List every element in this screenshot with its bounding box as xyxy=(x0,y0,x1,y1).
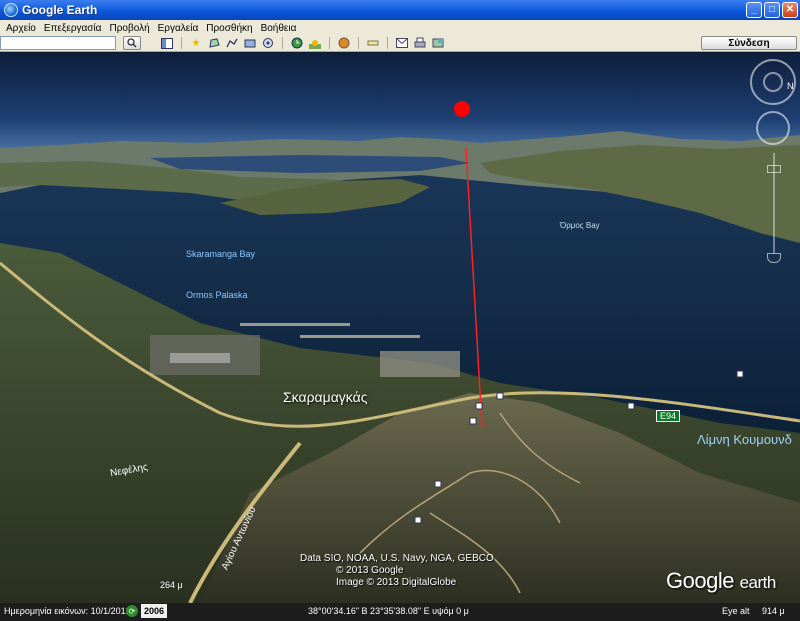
credit-line: © 2013 Google xyxy=(336,565,404,576)
pointer-coordinates: 38°00'34.16" B 23°35'38.08" E υψόμ 0 μ xyxy=(308,606,469,616)
toolbar-separator xyxy=(387,37,388,49)
menu-bar: Αρχείο Επεξεργασία Προβολή Εργαλεία Προσ… xyxy=(0,20,800,36)
menu-edit[interactable]: Επεξεργασία xyxy=(40,23,106,34)
toolbar-separator xyxy=(282,37,283,49)
menu-help[interactable]: Βοήθεια xyxy=(257,23,301,34)
imagery-credits: Data SIO, NOAA, U.S. Navy, NGA, GEBCO © … xyxy=(300,553,494,589)
placemark-icon[interactable]: ★ xyxy=(189,36,203,50)
maximize-button[interactable]: □ xyxy=(764,2,780,18)
credit-line: Image © 2013 DigitalGlobe xyxy=(336,577,457,588)
historical-imagery-icon[interactable] xyxy=(290,36,304,50)
label-skaramanga-bay: Skaramanga Bay xyxy=(186,249,256,259)
menu-view[interactable]: Προβολή xyxy=(105,23,153,34)
window-controls: _ □ ✕ xyxy=(746,2,798,18)
logo-google: Google xyxy=(666,568,734,593)
toolbar: ★ Σύνδεση xyxy=(0,36,800,52)
menu-add[interactable]: Προσθήκη xyxy=(202,23,256,34)
toolbar-separator xyxy=(358,37,359,49)
look-joystick[interactable] xyxy=(763,72,783,92)
scale-label: 264 μ xyxy=(160,580,183,590)
title-bar: Google Earth _ □ ✕ xyxy=(0,0,800,20)
compass-n-icon[interactable]: N xyxy=(787,81,794,91)
minimize-button[interactable]: _ xyxy=(746,2,762,18)
planets-icon[interactable] xyxy=(337,36,351,50)
path-icon[interactable] xyxy=(225,36,239,50)
move-control[interactable] xyxy=(756,111,790,145)
print-icon[interactable] xyxy=(413,36,427,50)
imagery-date: Ημερομηνία εικόνων: 10/1/2012 xyxy=(4,606,131,616)
polygon-icon[interactable] xyxy=(207,36,221,50)
sign-in-button[interactable]: Σύνδεση xyxy=(701,36,797,50)
logo-earth: earth xyxy=(739,573,777,592)
tour-icon[interactable] xyxy=(261,36,275,50)
label-skaramangas: Σκαραμαγκάς xyxy=(283,389,368,405)
google-earth-logo: Google earth xyxy=(666,568,776,594)
toolbar-icons: ★ xyxy=(160,36,445,50)
street-view-icon[interactable] xyxy=(767,253,781,263)
zoom-in-icon[interactable] xyxy=(767,165,781,173)
ruler-icon[interactable] xyxy=(366,36,380,50)
search-input[interactable] xyxy=(0,36,116,50)
search-icon xyxy=(127,38,137,48)
sidebar-icon[interactable] xyxy=(160,36,174,50)
eye-alt-label: Eye alt xyxy=(722,606,750,616)
status-bar: Ημερομηνία εικόνων: 10/1/2012 ⟳ 2006 38°… xyxy=(0,603,800,621)
window-title: Google Earth xyxy=(22,3,98,17)
search-button[interactable] xyxy=(123,36,141,50)
maps-icon[interactable] xyxy=(431,36,445,50)
historical-imagery-button[interactable]: ⟳ xyxy=(126,605,138,617)
sunlight-icon[interactable] xyxy=(308,36,322,50)
close-button[interactable]: ✕ xyxy=(782,2,798,18)
menu-tools[interactable]: Εργαλεία xyxy=(154,23,203,34)
label-lake: Λίμνη Κουμουνδ xyxy=(697,432,792,447)
eye-alt-value: 914 μ xyxy=(762,606,785,616)
menu-file[interactable]: Αρχείο xyxy=(2,23,40,34)
toolbar-separator xyxy=(329,37,330,49)
road-shield-e94: E94 xyxy=(656,410,681,422)
email-icon[interactable] xyxy=(395,36,409,50)
toolbar-separator xyxy=(181,37,182,49)
terrain-render xyxy=(0,53,800,603)
credit-line: Data SIO, NOAA, U.S. Navy, NGA, GEBCO xyxy=(300,553,494,564)
google-earth-icon xyxy=(4,3,18,17)
label-bay-right: Όρμος Bay xyxy=(560,221,600,230)
historical-year[interactable]: 2006 xyxy=(141,604,168,618)
target-marker[interactable] xyxy=(454,101,470,117)
overlay-icon[interactable] xyxy=(243,36,257,50)
label-ormos-palaska: Ormos Palaska xyxy=(186,290,248,300)
earth-3d-view[interactable]: Skaramanga Bay Ormos Palaska Όρμος Bay Σ… xyxy=(0,53,800,603)
